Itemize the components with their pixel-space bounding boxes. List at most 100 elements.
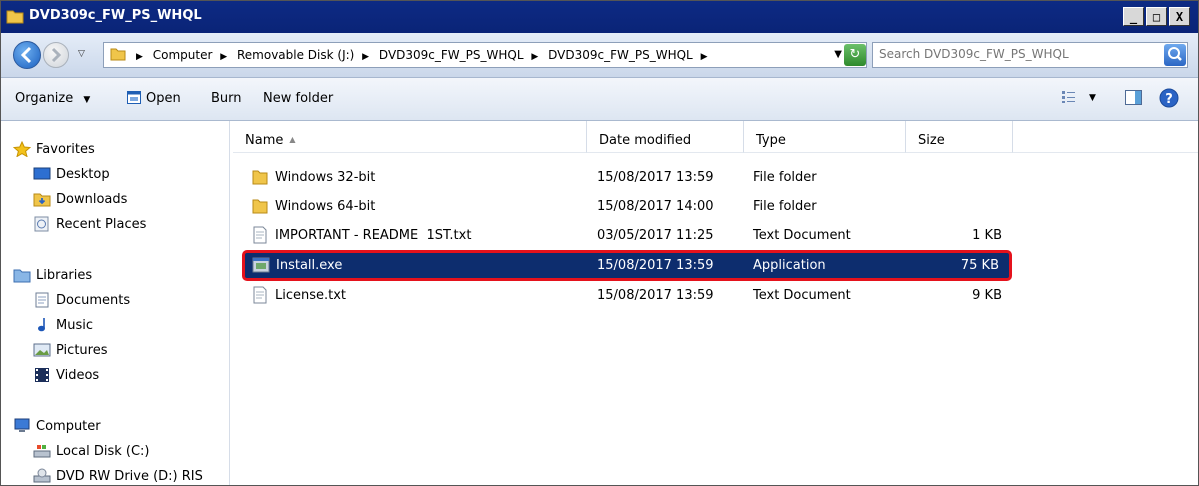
- column-header-size-label: Size: [918, 133, 945, 148]
- folder-icon: [6, 10, 24, 24]
- nav-computer[interactable]: Computer: [13, 418, 101, 434]
- file-name: IMPORTANT - README 1ST.txt: [275, 228, 472, 243]
- preview-pane-icon[interactable]: [1125, 90, 1142, 109]
- breadcrumb-removable-disk[interactable]: Removable Disk (J:): [237, 48, 354, 62]
- window-title: DVD309c_FW_PS_WHQL: [29, 8, 202, 23]
- column-header-type-label: Type: [756, 133, 786, 148]
- music-note-icon: [38, 318, 45, 332]
- refresh-icon[interactable]: ↻: [844, 44, 866, 66]
- column-header-date[interactable]: Date modified: [587, 121, 744, 153]
- documents-icon: [35, 292, 49, 308]
- organize-menu[interactable]: Organize ▼: [15, 91, 90, 106]
- file-size: 9 KB: [972, 288, 1002, 303]
- nav-downloads-label: Downloads: [56, 191, 128, 207]
- breadcrumb-separator-icon[interactable]: ▶: [220, 52, 227, 62]
- open-label: Open: [146, 91, 181, 106]
- nav-pictures-label: Pictures: [56, 342, 108, 358]
- search-box[interactable]: [872, 42, 1188, 68]
- breadcrumb-separator-icon[interactable]: ▶: [531, 52, 538, 62]
- nav-desktop-label: Desktop: [56, 166, 110, 182]
- file-row[interactable]: Windows 64-bit 15/08/2017 14:00 File fol…: [245, 194, 1010, 220]
- close-button[interactable]: X: [1169, 7, 1190, 26]
- column-header-name[interactable]: Name ▲: [233, 121, 587, 153]
- file-type: Text Document: [753, 288, 851, 303]
- file-row-selected[interactable]: Install.exe 15/08/2017 13:59 Application…: [242, 250, 1012, 281]
- chevron-down-icon: ▼: [83, 95, 91, 105]
- column-header-empty: [1013, 121, 1198, 153]
- nav-documents[interactable]: Documents: [33, 292, 130, 308]
- text-file-icon: [253, 286, 267, 304]
- title-bar[interactable]: DVD309c_FW_PS_WHQL _ □ X: [1, 1, 1198, 33]
- address-box[interactable]: ▶ Computer ▶ Removable Disk (J:) ▶ DVD30…: [103, 42, 867, 68]
- nav-libraries[interactable]: Libraries: [13, 267, 92, 283]
- file-row[interactable]: IMPORTANT - README 1ST.txt 03/05/2017 11…: [245, 223, 1010, 249]
- file-type: Text Document: [753, 228, 851, 243]
- search-icon[interactable]: [1164, 44, 1186, 66]
- downloads-folder-icon: [33, 193, 51, 207]
- address-dropdown-icon[interactable]: ▼: [834, 49, 842, 60]
- explorer-window: DVD309c_FW_PS_WHQL _ □ X ▽ ▶ Computer ▶ …: [0, 0, 1199, 486]
- nav-recent-places[interactable]: Recent Places: [33, 216, 146, 232]
- maximize-button[interactable]: □: [1146, 7, 1167, 26]
- breadcrumb-folder-current[interactable]: DVD309c_FW_PS_WHQL: [548, 48, 693, 62]
- nav-videos[interactable]: Videos: [33, 367, 99, 383]
- file-name: Windows 64-bit: [275, 199, 376, 214]
- nav-music-label: Music: [56, 317, 93, 333]
- dvd-drive-icon: [33, 468, 51, 483]
- desktop-icon: [33, 167, 51, 180]
- view-dropdown-icon[interactable]: ▼: [1089, 93, 1096, 103]
- folder-icon: [110, 48, 126, 61]
- open-button[interactable]: Open: [127, 91, 181, 106]
- open-app-icon: [127, 91, 141, 104]
- libraries-icon: [13, 269, 31, 283]
- file-row[interactable]: License.txt 15/08/2017 13:59 Text Docume…: [245, 283, 1010, 309]
- pictures-icon: [33, 343, 51, 357]
- nav-pictures[interactable]: Pictures: [33, 342, 107, 358]
- sort-ascending-icon: ▲: [289, 135, 296, 144]
- file-date: 03/05/2017 11:25: [597, 228, 714, 243]
- file-name: License.txt: [275, 288, 347, 303]
- nav-dvd-drive[interactable]: DVD RW Drive (D:) RIS: [33, 468, 203, 484]
- burn-button[interactable]: Burn: [211, 91, 242, 106]
- breadcrumb-separator-icon[interactable]: ▶: [701, 52, 708, 62]
- address-bar-area: ▽ ▶ Computer ▶ Removable Disk (J:) ▶ DVD…: [1, 33, 1198, 78]
- computer-icon: [14, 418, 30, 432]
- nav-recent-places-label: Recent Places: [56, 216, 147, 232]
- file-date: 15/08/2017 14:00: [597, 199, 714, 214]
- file-date: 15/08/2017 13:59: [597, 258, 714, 273]
- column-header-type[interactable]: Type: [744, 121, 906, 153]
- navigation-pane[interactable]: Favorites Desktop Downloads Recent Place…: [1, 121, 230, 485]
- nav-downloads[interactable]: Downloads: [33, 191, 127, 207]
- file-type: File folder: [753, 170, 817, 185]
- nav-dvd-drive-label: DVD RW Drive (D:) RIS: [56, 468, 203, 484]
- breadcrumb-folder-parent[interactable]: DVD309c_FW_PS_WHQL: [379, 48, 524, 62]
- help-icon[interactable]: ?: [1159, 88, 1179, 112]
- breadcrumb: ▶ Computer ▶ Removable Disk (J:) ▶ DVD30…: [132, 48, 714, 62]
- file-type: File folder: [753, 199, 817, 214]
- back-button[interactable]: [13, 41, 41, 69]
- recent-pages-chevron-icon[interactable]: ▽: [78, 49, 85, 59]
- forward-button[interactable]: [43, 42, 69, 68]
- star-icon: [13, 141, 31, 157]
- view-options-icon[interactable]: [1061, 90, 1077, 108]
- minimize-button[interactable]: _: [1123, 7, 1144, 26]
- search-input[interactable]: [879, 47, 1159, 61]
- new-folder-button[interactable]: New folder: [263, 91, 333, 106]
- file-name: Install.exe: [276, 258, 343, 273]
- arrow-left-icon: [20, 46, 32, 64]
- breadcrumb-separator-icon[interactable]: ▶: [136, 52, 143, 62]
- column-header-date-label: Date modified: [599, 133, 692, 148]
- nav-favorites[interactable]: Favorites: [13, 141, 95, 157]
- nav-local-disk-label: Local Disk (C:): [56, 443, 150, 459]
- file-row[interactable]: Windows 32-bit 15/08/2017 13:59 File fol…: [245, 165, 1010, 191]
- nav-local-disk[interactable]: Local Disk (C:): [33, 443, 149, 459]
- breadcrumb-computer[interactable]: Computer: [153, 48, 213, 62]
- file-type: Application: [753, 258, 826, 273]
- file-size: 75 KB: [960, 258, 999, 273]
- nav-music[interactable]: Music: [33, 317, 93, 333]
- breadcrumb-separator-icon[interactable]: ▶: [362, 52, 369, 62]
- column-header-size[interactable]: Size: [906, 121, 1013, 153]
- nav-computer-label: Computer: [36, 418, 101, 434]
- command-bar: Organize ▼ Open Burn New folder ▼ ?: [1, 78, 1198, 121]
- nav-desktop[interactable]: Desktop: [33, 166, 110, 182]
